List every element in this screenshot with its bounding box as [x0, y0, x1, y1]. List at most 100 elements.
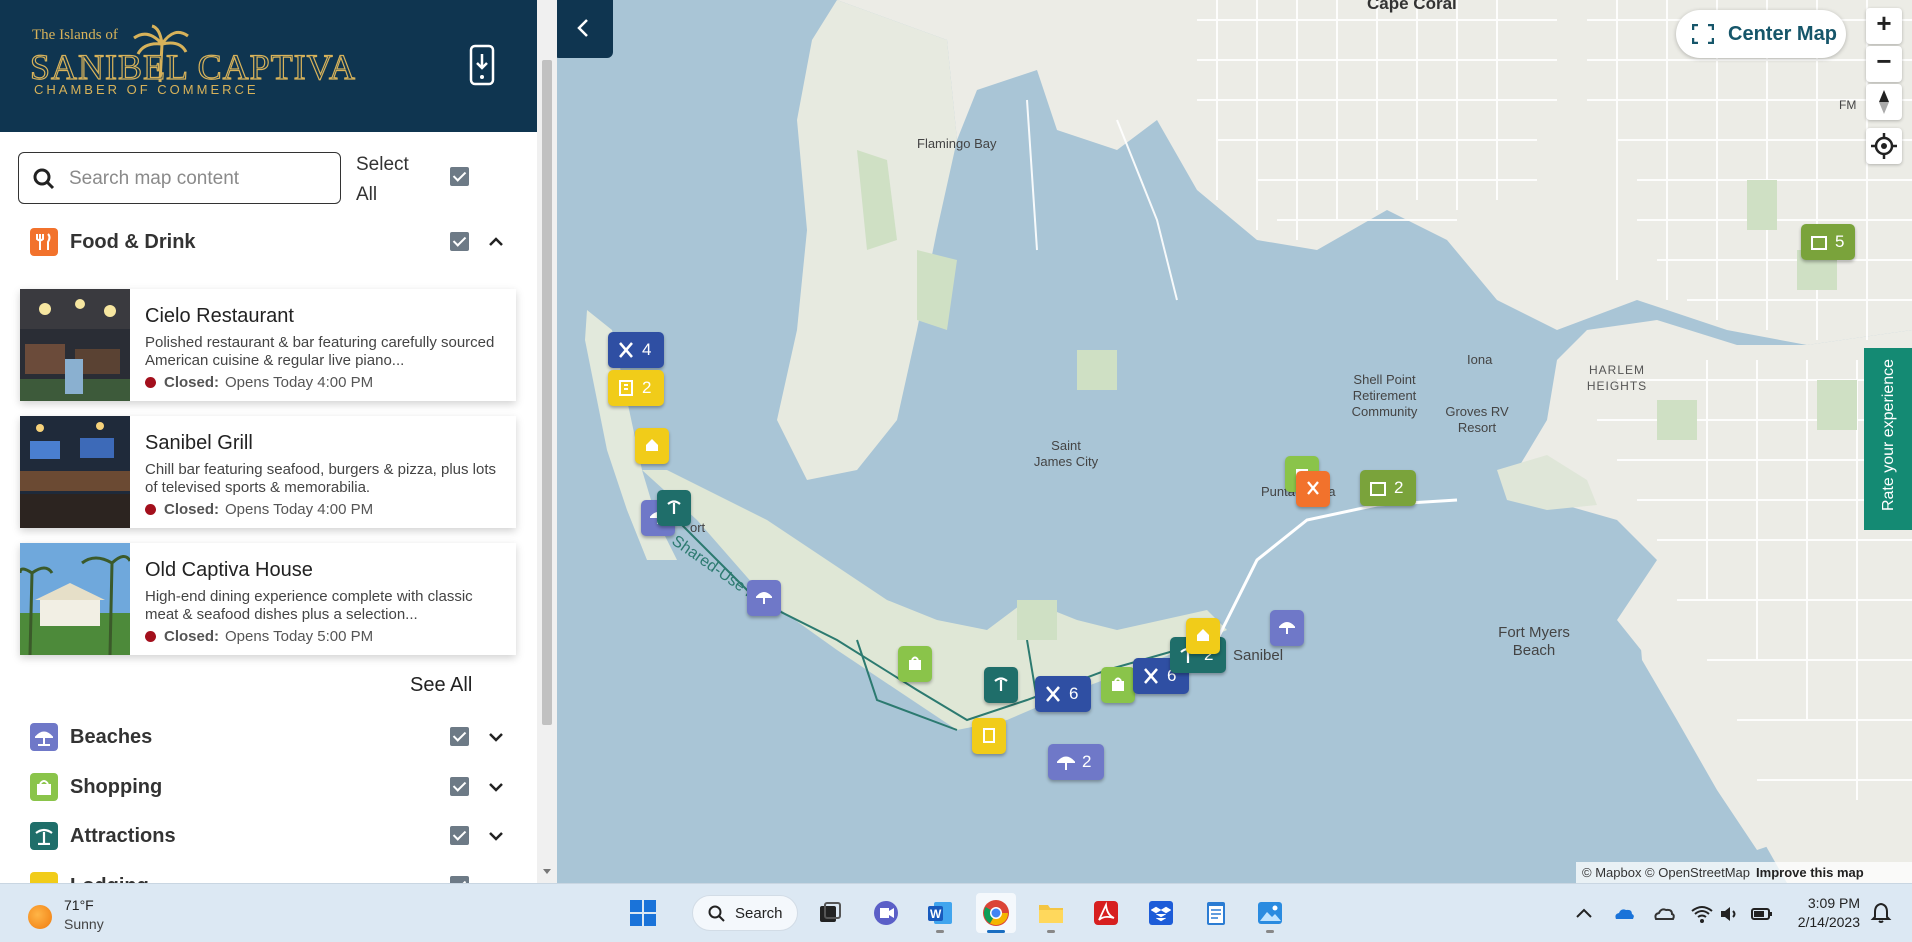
scroll-down-arrow-icon[interactable] — [542, 866, 552, 876]
onedrive-icon[interactable] — [1612, 902, 1636, 926]
locate-me-button[interactable] — [1866, 128, 1902, 164]
map-canvas[interactable]: Cape Coral Flamingo Bay Shell Point Reti… — [557, 0, 1912, 883]
place-description: High-end dining experience complete with… — [145, 588, 473, 623]
compass-icon — [1879, 90, 1889, 114]
volume-icon[interactable] — [1718, 902, 1742, 926]
food-marker[interactable] — [1296, 471, 1330, 507]
food-drink-checkbox[interactable] — [450, 232, 469, 251]
center-map-button[interactable]: Center Map — [1676, 10, 1846, 58]
cluster-count: 2 — [1394, 478, 1404, 497]
see-all-link[interactable]: See All — [410, 674, 472, 697]
chevron-down-icon[interactable] — [486, 826, 506, 846]
beach-marker[interactable] — [747, 580, 781, 616]
place-title[interactable]: Sanibel Grill — [145, 432, 253, 455]
improve-map-link[interactable]: Improve this map — [1756, 865, 1864, 880]
chevron-up-icon[interactable] — [486, 232, 506, 252]
attractions-checkbox[interactable] — [450, 826, 469, 845]
zoom-in-label: + — [1876, 8, 1892, 38]
start-button[interactable] — [623, 893, 663, 933]
teams-icon — [874, 901, 898, 925]
attraction-marker[interactable] — [984, 667, 1018, 703]
map-attribution: © Mapbox © OpenStreetMap Improve this map — [1576, 862, 1912, 883]
lodging-cluster-marker[interactable]: 2 — [608, 370, 664, 406]
search-icon — [33, 168, 55, 190]
palm-tree-icon — [667, 500, 681, 514]
center-map-label: Center Map — [1728, 23, 1837, 45]
mobile-phone-icon — [469, 44, 495, 86]
cluster-count: 2 — [642, 378, 652, 397]
beach-cluster-marker[interactable]: 2 — [1048, 744, 1104, 780]
weather-widget[interactable]: 71°F Sunny — [26, 896, 126, 934]
zoom-out-button[interactable]: − — [1866, 46, 1902, 82]
acrobat-app[interactable] — [1086, 893, 1126, 933]
place-card[interactable]: Sanibel Grill Chill bar featuring seafoo… — [20, 416, 516, 528]
zoom-out-label: − — [1876, 46, 1892, 76]
category-label: Lodging — [70, 875, 149, 883]
category-food-drink[interactable]: Food & Drink — [0, 222, 537, 262]
category-lodging[interactable]: Lodging — [0, 866, 537, 883]
rate-experience-tab[interactable]: Rate your experience — [1864, 348, 1912, 530]
chevron-down-icon[interactable] — [486, 727, 506, 747]
task-view-button[interactable] — [810, 893, 850, 933]
category-beaches[interactable]: Beaches — [0, 717, 537, 757]
search-input[interactable] — [69, 165, 329, 193]
map-search-box[interactable] — [18, 152, 341, 204]
notepad-app[interactable] — [1196, 893, 1236, 933]
sidebar: The Islands of SANIBEL CAPTIVA CHAMBER O… — [0, 0, 537, 883]
system-clock[interactable]: 3:09 PM 2/14/2023 — [1780, 894, 1860, 932]
task-view-icon — [820, 902, 841, 922]
beach-umbrella-icon — [30, 723, 58, 751]
place-card[interactable]: Old Captiva House High-end dining experi… — [20, 543, 516, 655]
palm-tree-icon — [30, 822, 58, 850]
beach-marker[interactable] — [1270, 610, 1304, 646]
place-title[interactable]: Old Captiva House — [145, 559, 313, 582]
zoom-in-button[interactable]: + — [1866, 8, 1902, 44]
cluster-count: 4 — [642, 340, 652, 359]
wifi-icon[interactable] — [1690, 902, 1714, 926]
lodging-checkbox[interactable] — [450, 876, 469, 883]
chrome-icon — [983, 900, 1009, 926]
teams-app[interactable] — [866, 893, 906, 933]
cloud-sync-icon[interactable] — [1652, 902, 1676, 926]
category-shopping[interactable]: Shopping — [0, 767, 537, 807]
chevron-down-icon[interactable] — [486, 777, 506, 797]
food-cluster-marker[interactable]: 4 — [608, 332, 664, 368]
file-explorer-app[interactable] — [1031, 893, 1071, 933]
lodging-marker[interactable] — [635, 428, 669, 464]
place-title[interactable]: Cielo Restaurant — [145, 305, 294, 328]
beach-umbrella-icon — [756, 592, 772, 604]
lodging-marker[interactable] — [972, 718, 1006, 754]
mobile-app-button[interactable] — [468, 44, 496, 86]
status-label: Closed: — [164, 501, 220, 518]
lodging-marker[interactable] — [1186, 618, 1220, 654]
taskbar-search-button[interactable]: Search — [692, 895, 798, 931]
chrome-app[interactable] — [976, 893, 1016, 933]
word-app[interactable]: W — [920, 893, 960, 933]
compass-button[interactable] — [1866, 84, 1902, 120]
dropbox-app[interactable] — [1141, 893, 1181, 933]
hotel-cluster-marker[interactable]: 5 — [1801, 224, 1855, 260]
sidebar-scrollbar[interactable] — [537, 0, 557, 883]
hotel-icon — [983, 728, 995, 743]
map-label-cape-coral: Cape Coral — [1367, 0, 1457, 13]
place-card[interactable]: Cielo Restaurant Polished restaurant & b… — [20, 289, 516, 401]
battery-icon[interactable] — [1750, 902, 1774, 926]
chamber-logo[interactable]: The Islands of SANIBEL CAPTIVA CHAMBER O… — [29, 24, 356, 104]
hotel-cluster-marker[interactable]: 2 — [1360, 470, 1416, 506]
chevron-up-icon[interactable] — [1572, 902, 1596, 926]
notification-bell-icon[interactable] — [1870, 902, 1892, 924]
scrollbar-thumb[interactable] — [542, 60, 552, 725]
food-cluster-marker[interactable]: 6 — [1035, 676, 1091, 712]
shopping-marker[interactable] — [1101, 667, 1135, 703]
select-all-checkbox[interactable] — [450, 167, 469, 186]
category-label: Attractions — [70, 825, 176, 847]
map-label-fm: FM — [1839, 98, 1857, 112]
collapse-sidebar-button[interactable] — [553, 0, 613, 58]
attraction-marker[interactable] — [657, 490, 691, 526]
taskbar-search-label: Search — [735, 905, 783, 922]
beaches-checkbox[interactable] — [450, 727, 469, 746]
category-attractions[interactable]: Attractions — [0, 816, 537, 856]
shopping-marker[interactable] — [898, 646, 932, 682]
photos-app[interactable] — [1250, 893, 1290, 933]
shopping-checkbox[interactable] — [450, 777, 469, 796]
